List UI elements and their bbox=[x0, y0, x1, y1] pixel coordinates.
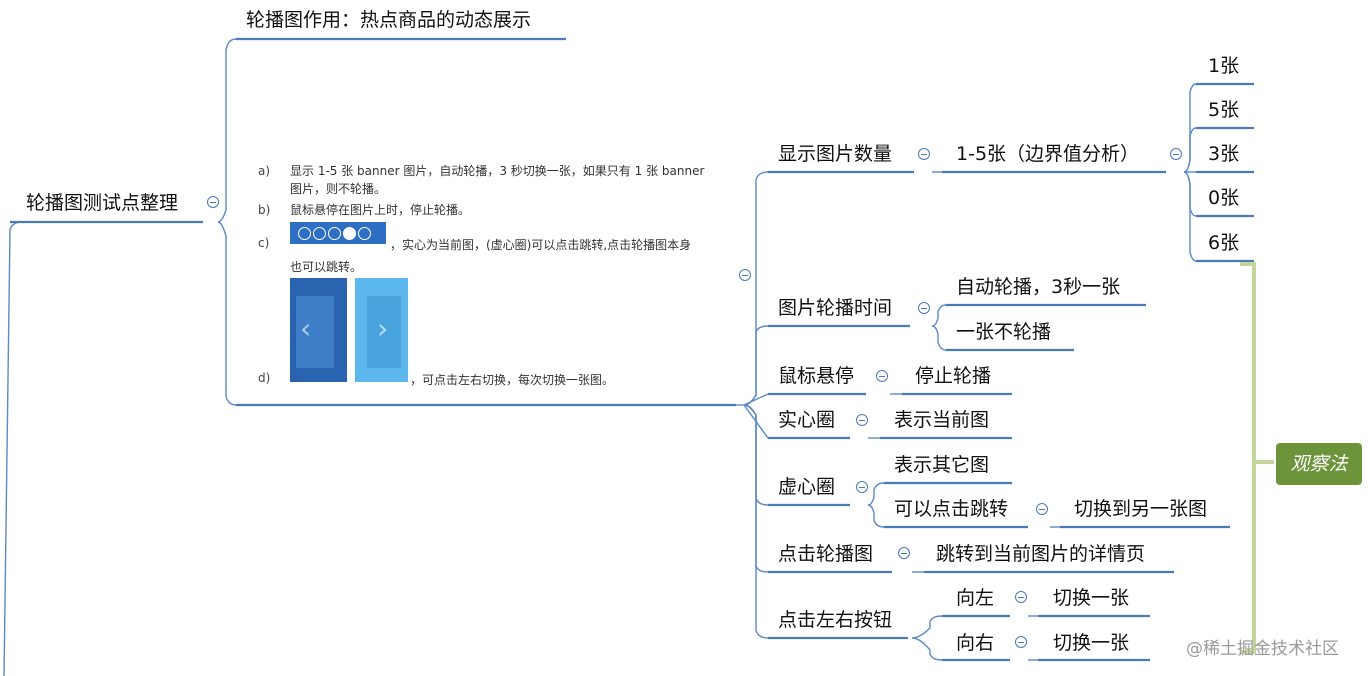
count-value[interactable]: 1张 bbox=[1208, 54, 1239, 78]
spec-item-c: c) bbox=[258, 236, 270, 250]
spec-item-c-line2: 也可以跳转。 bbox=[290, 260, 363, 274]
click-result[interactable]: 跳转到当前图片的详情页 bbox=[936, 542, 1145, 566]
spec-item-a-line2: 图片，则不轮播。 bbox=[290, 182, 387, 196]
summary-tag[interactable]: 观察法 bbox=[1276, 443, 1362, 485]
watermark: @稀土掘金技术社区 bbox=[1186, 639, 1339, 659]
collapse-icon[interactable] bbox=[898, 547, 910, 559]
solid-meaning[interactable]: 表示当前图 bbox=[894, 408, 989, 432]
hollow-clickable[interactable]: 可以点击跳转 bbox=[894, 497, 1008, 521]
spec-item-c-text: ，实心为当前图，(虚心圈)可以点击跳转,点击轮播图本身 bbox=[390, 238, 692, 252]
spec-item-d: d) bbox=[258, 371, 271, 385]
root-topic[interactable]: 轮播图测试点整理 bbox=[26, 191, 178, 215]
spec-item-d-text: ，可点击左右切换，每次切换一张图。 bbox=[410, 373, 615, 387]
branch-arrows[interactable]: 点击左右按钮 bbox=[778, 608, 892, 632]
count-value[interactable]: 3张 bbox=[1208, 142, 1239, 166]
hollow-meaning[interactable]: 表示其它图 bbox=[894, 453, 989, 477]
spec-item-b: b) 鼠标悬停在图片上时，停止轮播。 bbox=[258, 203, 471, 217]
collapse-icon[interactable] bbox=[1170, 148, 1182, 160]
collapse-icon[interactable] bbox=[739, 269, 751, 281]
branch-click[interactable]: 点击轮播图 bbox=[778, 542, 873, 566]
collapse-icon[interactable] bbox=[918, 302, 930, 314]
purpose-topic[interactable]: 轮播图作用：热点商品的动态展示 bbox=[246, 8, 531, 32]
collapse-icon[interactable] bbox=[876, 370, 888, 382]
collapse-icon[interactable] bbox=[1015, 636, 1027, 648]
branch-interval[interactable]: 图片轮播时间 bbox=[778, 296, 892, 320]
arrow-left-result[interactable]: 切换一张 bbox=[1053, 586, 1129, 610]
branch-solid[interactable]: 实心圈 bbox=[778, 408, 835, 432]
arrow-right[interactable]: 向右 bbox=[956, 631, 994, 655]
collapse-icon[interactable] bbox=[856, 481, 868, 493]
count-value[interactable]: 6张 bbox=[1208, 231, 1239, 255]
hollow-switch[interactable]: 切换到另一张图 bbox=[1074, 497, 1207, 521]
count-value[interactable]: 5张 bbox=[1208, 98, 1239, 122]
count-range[interactable]: 1-5张（边界值分析） bbox=[956, 142, 1139, 166]
branch-hollow[interactable]: 虚心圈 bbox=[778, 475, 835, 499]
arrow-left[interactable]: 向左 bbox=[956, 586, 994, 610]
banner-panel-left: ‹ bbox=[290, 278, 347, 382]
hover-result[interactable]: 停止轮播 bbox=[915, 364, 991, 388]
branch-hover[interactable]: 鼠标悬停 bbox=[778, 364, 854, 388]
embedded-spec-image: a) 显示 1-5 张 banner 图片，自动轮播，3 秒切换一张，如果只有 1… bbox=[258, 150, 718, 390]
pager-dots-image bbox=[290, 222, 386, 244]
arrow-right-result[interactable]: 切换一张 bbox=[1053, 631, 1129, 655]
count-value[interactable]: 0张 bbox=[1208, 186, 1239, 210]
collapse-icon[interactable] bbox=[1036, 503, 1048, 515]
spec-item-a: a) 显示 1-5 张 banner 图片，自动轮播，3 秒切换一张，如果只有 1… bbox=[258, 164, 705, 178]
collapse-icon[interactable] bbox=[207, 196, 219, 208]
branch-count[interactable]: 显示图片数量 bbox=[778, 142, 892, 166]
collapse-icon[interactable] bbox=[918, 148, 930, 160]
interval-auto[interactable]: 自动轮播，3秒一张 bbox=[956, 275, 1120, 299]
collapse-icon[interactable] bbox=[856, 414, 868, 426]
interval-single[interactable]: 一张不轮播 bbox=[956, 320, 1051, 344]
banner-panel-right: › bbox=[355, 278, 408, 382]
collapse-icon[interactable] bbox=[1015, 591, 1027, 603]
